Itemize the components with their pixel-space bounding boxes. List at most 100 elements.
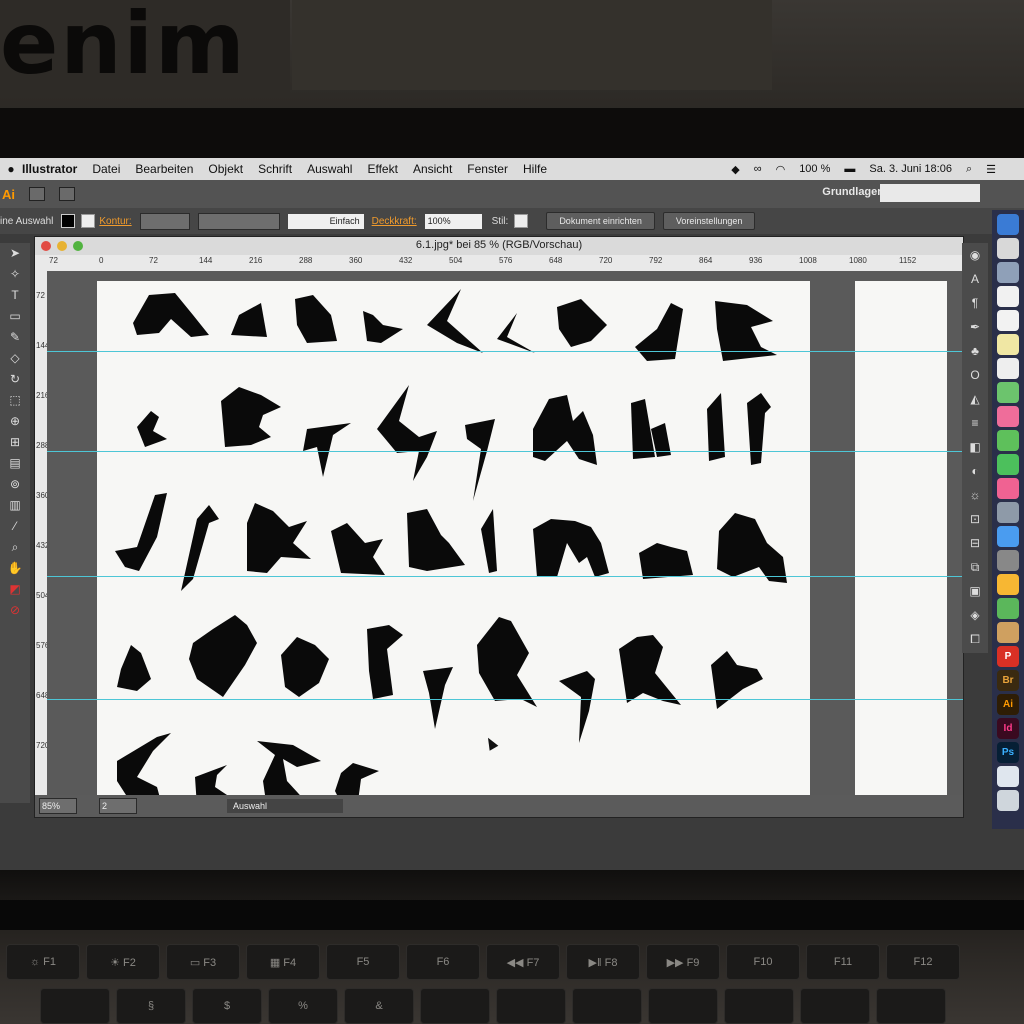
battery-icon[interactable]: ▬: [844, 163, 855, 175]
font-book-icon[interactable]: [997, 622, 1019, 643]
guide-line[interactable]: [47, 576, 963, 577]
opentype-panel-icon[interactable]: O: [962, 363, 988, 387]
menu-datei[interactable]: Datei: [92, 162, 120, 176]
menu-objekt[interactable]: Objekt: [208, 162, 243, 176]
key-f9[interactable]: ▶▶ F9: [646, 944, 720, 980]
key[interactable]: [40, 988, 110, 1024]
gradient-panel-icon[interactable]: ◭: [962, 387, 988, 411]
illustrator-app-icon[interactable]: Ai: [997, 694, 1019, 715]
zoom-tool-icon[interactable]: ⌕: [0, 537, 30, 558]
arrange-documents-icon[interactable]: [59, 187, 75, 201]
none-color-icon[interactable]: ⊘: [0, 600, 30, 621]
key-f1[interactable]: ☼ F1: [6, 944, 80, 980]
horizontal-ruler[interactable]: 72 0 72 144 216 288 360 432 504 576 648 …: [35, 255, 963, 272]
reminders-icon[interactable]: [997, 358, 1019, 379]
facetime-icon[interactable]: [997, 454, 1019, 475]
key[interactable]: [420, 988, 490, 1024]
key[interactable]: [572, 988, 642, 1024]
downloads-folder-icon[interactable]: [997, 766, 1019, 787]
type-tool-icon[interactable]: T: [0, 285, 30, 306]
key[interactable]: %: [268, 988, 338, 1024]
notification-center-icon[interactable]: ☰: [986, 163, 996, 176]
stroke-style-select[interactable]: Einfach: [287, 213, 364, 229]
key[interactable]: [724, 988, 794, 1024]
menu-schrift[interactable]: Schrift: [258, 162, 292, 176]
itunes-icon[interactable]: [997, 478, 1019, 499]
style-swatch[interactable]: [514, 214, 529, 228]
hand-tool-icon[interactable]: ✋: [0, 558, 30, 579]
key[interactable]: [800, 988, 870, 1024]
opacity-field[interactable]: 100%: [424, 213, 482, 229]
dropbox-icon[interactable]: ◆: [731, 163, 739, 176]
magic-wand-icon[interactable]: ✧: [0, 264, 30, 285]
wifi-icon[interactable]: ◠: [776, 163, 786, 176]
menu-auswahl[interactable]: Auswahl: [307, 162, 352, 176]
align-panel-icon[interactable]: ⊟: [962, 531, 988, 555]
key-f2[interactable]: ☀ F2: [86, 944, 160, 980]
menu-bearbeiten[interactable]: Bearbeiten: [135, 162, 193, 176]
opacity-label[interactable]: Deckkraft:: [372, 216, 417, 227]
safari-icon[interactable]: [997, 238, 1019, 259]
workspace-switcher[interactable]: Grundlagen: [822, 186, 884, 198]
spotlight-icon[interactable]: ⌕: [966, 163, 972, 176]
calendar-icon[interactable]: [997, 310, 1019, 331]
graph-tool-icon[interactable]: ▥: [0, 495, 30, 516]
key-f12[interactable]: F12: [886, 944, 960, 980]
clock[interactable]: Sa. 3. Juni 18:06: [869, 163, 952, 175]
transform-panel-icon[interactable]: ⊡: [962, 507, 988, 531]
help-search-input[interactable]: [880, 184, 980, 202]
layers-panel-icon[interactable]: ◈: [962, 603, 988, 627]
maps-icon[interactable]: [997, 382, 1019, 403]
selection-tool-icon[interactable]: ➤: [0, 243, 30, 264]
key[interactable]: [496, 988, 566, 1024]
perspective-grid-icon[interactable]: ⊞: [0, 432, 30, 453]
key[interactable]: &: [344, 988, 414, 1024]
blend-tool-icon[interactable]: ⊚: [0, 474, 30, 495]
free-transform-icon[interactable]: ⬚: [0, 390, 30, 411]
preferences-button[interactable]: Voreinstellungen: [662, 212, 756, 230]
rotate-tool-icon[interactable]: ↻: [0, 369, 30, 390]
shape-builder-icon[interactable]: ⊕: [0, 411, 30, 432]
artboard-secondary[interactable]: [855, 281, 947, 795]
gradient-tool-icon[interactable]: ▤: [0, 453, 30, 474]
artboards-panel-icon[interactable]: ▣: [962, 579, 988, 603]
guide-line[interactable]: [47, 699, 963, 700]
stroke-swatch[interactable]: [81, 214, 96, 228]
status-tool-select[interactable]: Auswahl: [227, 799, 343, 813]
zoom-level-select[interactable]: 85%: [39, 798, 77, 814]
photoshop-app-icon[interactable]: Ps: [997, 742, 1019, 763]
key-f4[interactable]: ▦ F4: [246, 944, 320, 980]
paintbrush-tool-icon[interactable]: ✎: [0, 327, 30, 348]
pathfinder-panel-icon[interactable]: ⧉: [962, 555, 988, 579]
key[interactable]: §: [116, 988, 186, 1024]
photos-icon[interactable]: [997, 406, 1019, 427]
guide-line[interactable]: [47, 351, 963, 352]
menu-hilfe[interactable]: Hilfe: [523, 162, 547, 176]
key-f11[interactable]: F11: [806, 944, 880, 980]
menu-effekt[interactable]: Effekt: [367, 162, 397, 176]
indesign-app-icon[interactable]: Id: [997, 718, 1019, 739]
document-setup-button[interactable]: Dokument einrichten: [546, 212, 655, 230]
symbols-panel-icon[interactable]: ♣: [962, 339, 988, 363]
menu-fenster[interactable]: Fenster: [467, 162, 508, 176]
menu-ansicht[interactable]: Ansicht: [413, 162, 452, 176]
key[interactable]: [876, 988, 946, 1024]
color-panel-icon[interactable]: ◉: [962, 243, 988, 267]
key-f5[interactable]: F5: [326, 944, 400, 980]
variable-width-field[interactable]: [197, 212, 280, 230]
key-f8[interactable]: ▶‖ F8: [566, 944, 640, 980]
launchpad-icon[interactable]: [997, 262, 1019, 283]
stroke-label[interactable]: Kontur:: [99, 216, 131, 227]
pages-icon[interactable]: [997, 574, 1019, 595]
creative-cloud-icon[interactable]: ∞: [754, 163, 762, 175]
notes-icon[interactable]: [997, 334, 1019, 355]
key-f3[interactable]: ▭ F3: [166, 944, 240, 980]
trash-icon[interactable]: [997, 790, 1019, 811]
eyedropper-tool-icon[interactable]: ⁄: [0, 516, 30, 537]
appearance-panel-icon[interactable]: ◐: [962, 459, 988, 483]
eraser-tool-icon[interactable]: ◇: [0, 348, 30, 369]
graphic-styles-icon[interactable]: ☼: [962, 483, 988, 507]
fill-stroke-icon[interactable]: ◩: [0, 579, 30, 600]
bridge-icon[interactable]: [29, 187, 45, 201]
menu-app-name[interactable]: Illustrator: [22, 162, 77, 176]
